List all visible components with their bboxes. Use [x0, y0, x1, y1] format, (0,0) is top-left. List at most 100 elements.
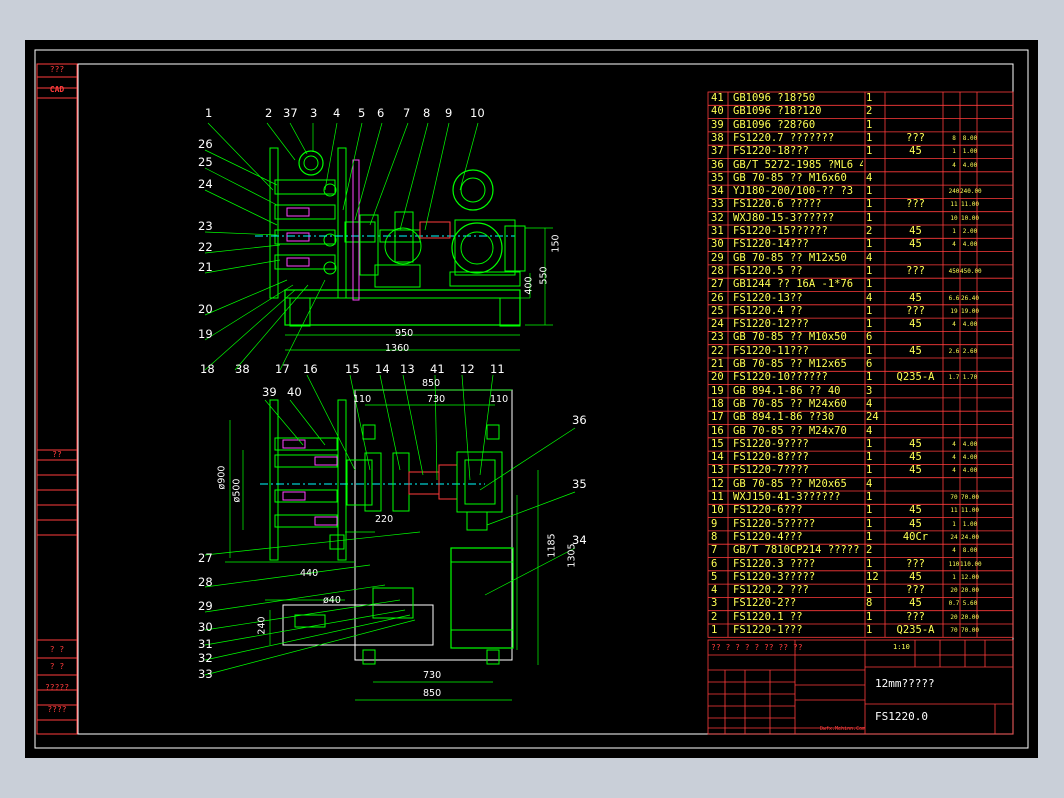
- bom-code: FS1220-1???: [733, 624, 803, 636]
- bom-qty: 1: [866, 491, 873, 503]
- bom-qty: 3: [866, 384, 873, 397]
- bom-no: 8: [711, 530, 718, 543]
- bom-mat: 45: [909, 451, 922, 464]
- part-label: 37: [283, 106, 298, 120]
- bom-qty: 1: [866, 198, 873, 211]
- part-label: 26: [198, 137, 213, 151]
- bom-code: FS1220-8????: [733, 451, 809, 464]
- bom-qty: 4: [866, 424, 873, 437]
- bom-w2: 240.00: [960, 188, 982, 196]
- bom-no: 12: [711, 477, 724, 490]
- bom-code: WXJ150-41-3??????: [733, 491, 841, 503]
- bom-no: 4: [711, 584, 718, 597]
- bom-row: 25 FS1220.4 ?? 1??? 19 19.00: [708, 305, 1013, 318]
- bom-no: 37: [711, 145, 724, 158]
- bom-qty: 1: [866, 437, 873, 450]
- bom-row: 38 FS1220.7 ??????? 1??? 8 8.00: [708, 132, 1013, 145]
- bom-no: 17: [711, 411, 724, 424]
- bom-qty: 2: [866, 544, 873, 557]
- bom-no: 36: [711, 158, 724, 171]
- bom-code: GB 70-85 ?? M16x60: [733, 171, 847, 184]
- bom-row: 41 GB1096 ?18?50 1: [708, 92, 1013, 105]
- bom-mat: ???: [906, 198, 925, 211]
- part-label: 29: [198, 599, 213, 613]
- bom-code: FS1220.6 ?????: [733, 198, 822, 211]
- bom-w2: 1.70: [962, 374, 978, 382]
- part-label: 33: [198, 667, 213, 681]
- bom-row: 34 YJ180-200/100-?? ?3 1 240 240.00: [708, 185, 1013, 198]
- part-label: 11: [490, 362, 505, 376]
- bom-code: FS1220-7????: [733, 464, 809, 477]
- side-panel-b3: ?????: [44, 683, 70, 692]
- part-label: 8: [423, 106, 431, 120]
- bom-code: GB 70-85 ?? M12x65: [733, 358, 847, 370]
- bom-qty: 4: [866, 291, 873, 304]
- part-label: 20: [198, 302, 213, 316]
- dimension-label: 950: [395, 328, 414, 339]
- bom-no: 7: [711, 544, 718, 557]
- bom-w2: 5.60: [962, 600, 978, 608]
- dimension-label: ø40: [323, 595, 341, 606]
- part-label: 17: [275, 362, 290, 376]
- bom-no: 5: [711, 570, 718, 583]
- part-label: 38: [235, 362, 250, 376]
- dimension-label: 1360: [385, 343, 410, 354]
- bom-row: 13 FS1220-7???? 1 45 4 4.00: [708, 464, 1013, 477]
- bom-mat: Q235-A: [896, 371, 935, 384]
- part-label: 25: [198, 155, 213, 169]
- drawing-sheet: ??? CAD ?? ? ? ? ? ????? ???? 41 GB1096 ?…: [25, 40, 1038, 758]
- bom-mat: 45: [909, 225, 922, 237]
- bom-mat: 45: [909, 145, 922, 158]
- title-header: ?? ? ? ? ? ?? ?? ??: [711, 643, 803, 652]
- bom-mat: ???: [906, 610, 925, 623]
- bom-qty: 1: [866, 318, 873, 331]
- bom-qty: 1: [866, 451, 873, 464]
- bom-qty: 1: [866, 278, 873, 291]
- bom-row: 26 FS1220-13?? 4 45 6.6 26.40: [708, 292, 1013, 305]
- bom-mat: 45: [909, 437, 922, 450]
- bom-code: FS1220-13??: [733, 291, 803, 304]
- bom-no: 32: [711, 211, 724, 224]
- bom-w2: 70.00: [960, 494, 980, 501]
- bom-w2: 24.00: [960, 533, 980, 541]
- bom-w2: 4.00: [962, 440, 978, 448]
- bom-code: GB 894.1-86 ?? 40: [733, 384, 841, 397]
- bom-w2: 20.00: [960, 613, 980, 621]
- part-label: 10: [470, 106, 485, 120]
- bom-no: 28: [711, 264, 724, 277]
- bom-mat: 45: [909, 597, 922, 610]
- plan-view: [260, 389, 514, 665]
- bom-code: FS1220-15??????: [733, 225, 828, 237]
- bom-row: 37 FS1220-18??? 1 45 1 1.00: [708, 145, 1013, 158]
- dimension-label: 110: [353, 394, 372, 405]
- bom-row: 15 FS1220-9???? 1 45 4 4.00: [708, 438, 1013, 451]
- bom-row: 39 GB1096 ?28?60 1: [708, 119, 1013, 132]
- bom-row: 33 FS1220.6 ????? 1??? 11 11.00: [708, 198, 1013, 211]
- bom-no: 11: [711, 491, 724, 503]
- side-panel-mid: ??: [52, 450, 62, 459]
- stamp: Dwfx.Mehinn.Com: [820, 726, 866, 732]
- side-panel-b1: ? ?: [49, 645, 65, 654]
- bom-no: 30: [711, 238, 724, 251]
- bom-mat: 45: [909, 570, 922, 583]
- side-panel-grid: [36, 63, 78, 735]
- bom-qty: 2: [866, 105, 873, 118]
- bom-w2: 4.00: [962, 454, 978, 462]
- bom-qty: 1: [866, 118, 873, 131]
- bom-mat: ???: [906, 131, 925, 144]
- part-label: 35: [572, 477, 587, 491]
- dimension-label: ø500: [231, 478, 243, 503]
- bom-no: 20: [711, 371, 724, 384]
- bom-w2: 70.00: [960, 627, 980, 634]
- bom-mat: Q235-A: [896, 624, 935, 636]
- bom-no: 13: [711, 464, 724, 477]
- title-block-grid: [707, 639, 1014, 735]
- bom-row: 12 GB 70-85 ?? M20x65 4: [708, 478, 1013, 491]
- bom-no: 33: [711, 198, 724, 211]
- part-label: 7: [403, 106, 411, 120]
- bom-qty: 4: [866, 251, 873, 264]
- bom-qty: 6: [866, 358, 873, 370]
- bom-row: 1 FS1220-1??? 1 Q235-A 70 70.00: [708, 624, 1013, 637]
- bom-code: FS1220-11???: [733, 344, 809, 357]
- bom-qty: 1: [866, 92, 873, 104]
